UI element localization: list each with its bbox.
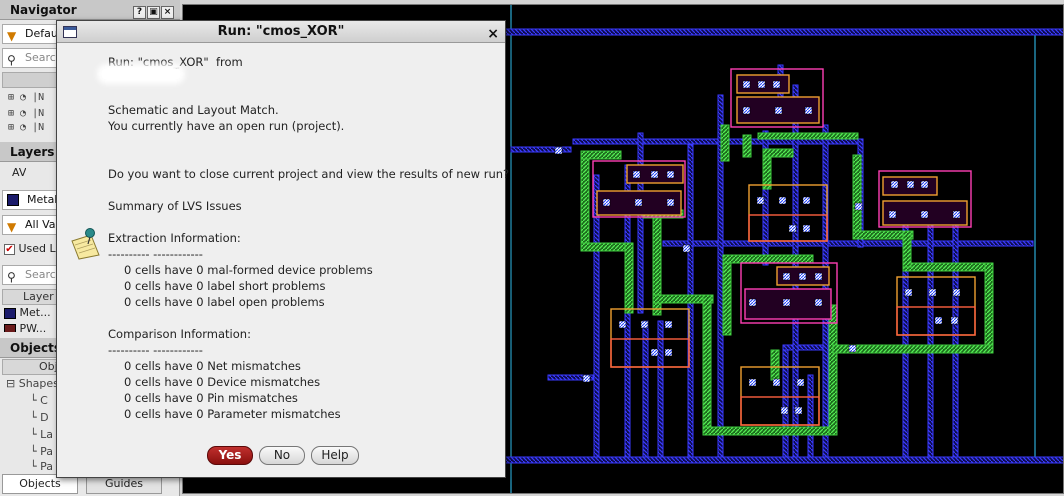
used-layers-checkbox[interactable]: ✔ Used L bbox=[4, 242, 56, 255]
layers-title: Layers bbox=[10, 145, 55, 159]
objects-tree-item[interactable]: └ D bbox=[30, 411, 49, 424]
objects-title: Objects bbox=[10, 341, 62, 355]
extraction-heading: Extraction Information: bbox=[108, 231, 241, 245]
layers-mode[interactable]: AV bbox=[12, 166, 26, 179]
lvs-run-dialog: Run: "cmos_XOR" × Run: "cmos_XOR" from S… bbox=[56, 20, 510, 478]
objects-tree-item[interactable]: └ La bbox=[30, 428, 53, 441]
filter-icon: ▼ bbox=[7, 29, 17, 43]
navigator-tree-row[interactable]: ⊞ ◔ |N bbox=[8, 92, 44, 103]
comparison-rule: ---------- ------------ bbox=[108, 343, 203, 357]
extraction-rule: ---------- ------------ bbox=[108, 247, 203, 261]
summary-heading: Summary of LVS Issues bbox=[108, 199, 242, 213]
objects-tree-item[interactable]: └ Pa bbox=[30, 460, 53, 473]
no-button[interactable]: No bbox=[259, 446, 305, 465]
match-status-text: Schematic and Layout Match. bbox=[108, 103, 279, 117]
help-icon[interactable]: ? bbox=[133, 6, 146, 19]
checkbox-checked-icon: ✔ bbox=[4, 244, 15, 255]
navigator-tree-row[interactable]: ⊞ ◔ |N bbox=[8, 108, 44, 119]
layer-swatch-icon bbox=[4, 323, 16, 332]
comparison-heading: Comparison Information: bbox=[108, 327, 251, 341]
layer-swatch-icon bbox=[7, 194, 19, 206]
search-icon: ⚲ bbox=[7, 270, 16, 284]
restore-icon[interactable]: ▣ bbox=[147, 6, 160, 19]
search-icon: ⚲ bbox=[7, 53, 16, 67]
objects-tree-root[interactable]: ⊟ Shapes bbox=[6, 377, 59, 390]
layer-swatch-icon bbox=[4, 307, 16, 319]
dialog-title: Run: "cmos_XOR" bbox=[217, 24, 345, 39]
comparison-item: 0 cells have 0 Pin mismatches bbox=[124, 391, 298, 405]
note-pin-icon bbox=[71, 228, 100, 260]
extraction-item: 0 cells have 0 label open problems bbox=[124, 295, 325, 309]
yes-button[interactable]: Yes bbox=[207, 446, 253, 465]
comparison-item: 0 cells have 0 Parameter mismatches bbox=[124, 407, 341, 421]
extraction-item: 0 cells have 0 mal-formed device problem… bbox=[124, 263, 373, 277]
window-app-icon bbox=[63, 26, 77, 38]
question-text: Do you want to close current project and… bbox=[108, 167, 510, 181]
extraction-item: 0 cells have 0 label short problems bbox=[124, 279, 326, 293]
layer-row[interactable]: Met... bbox=[4, 306, 51, 319]
help-button[interactable]: Help bbox=[311, 446, 359, 465]
objects-tree-item[interactable]: └ C bbox=[30, 394, 48, 407]
navigator-tree-row[interactable]: ⊞ ◔ |N bbox=[8, 122, 44, 133]
open-run-text: You currently have an open run (project)… bbox=[108, 119, 345, 133]
objects-tree-item[interactable]: └ Pa bbox=[30, 445, 53, 458]
layer-row[interactable]: PW... bbox=[4, 322, 46, 332]
comparison-item: 0 cells have 0 Net mismatches bbox=[124, 359, 301, 373]
navigator-title: Navigator bbox=[10, 3, 77, 17]
redacted-path bbox=[101, 68, 181, 80]
navigator-header: Navigator ? ▣ × bbox=[0, 0, 180, 20]
comparison-item: 0 cells have 0 Device mismatches bbox=[124, 375, 321, 389]
run-source-text: Run: "cmos_XOR" from bbox=[108, 55, 243, 69]
close-icon[interactable]: × bbox=[487, 23, 499, 45]
dialog-title-bar[interactable]: Run: "cmos_XOR" × bbox=[57, 21, 505, 43]
close-icon[interactable]: × bbox=[161, 6, 174, 19]
filter-icon: ▼ bbox=[7, 220, 17, 234]
